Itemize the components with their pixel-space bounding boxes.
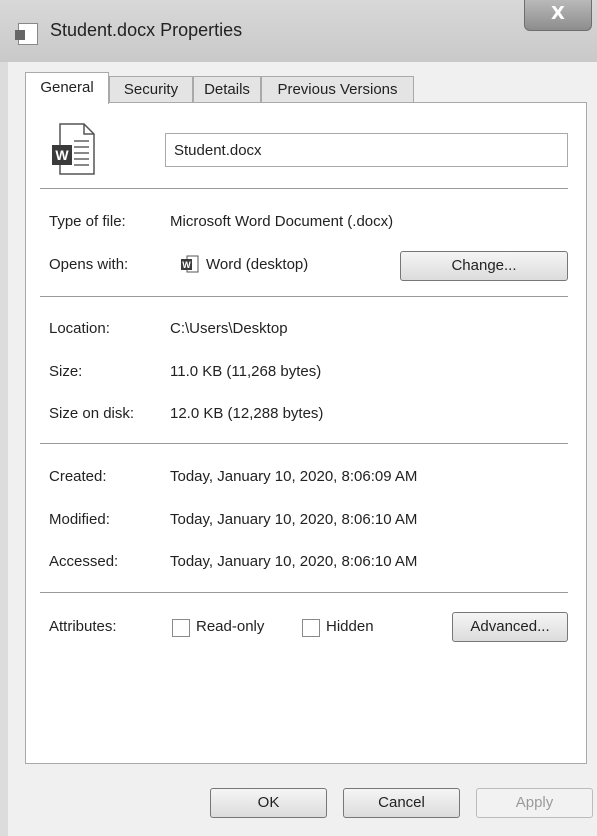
size-on-disk-label: Size on disk: bbox=[49, 405, 135, 422]
word-app-icon: W bbox=[181, 255, 199, 273]
word-document-icon: W bbox=[52, 123, 95, 175]
separator bbox=[40, 443, 568, 444]
ok-button[interactable]: OK bbox=[210, 788, 327, 818]
modified-label: Modified: bbox=[49, 511, 110, 528]
tab-security[interactable]: Security bbox=[109, 76, 193, 103]
advanced-button[interactable]: Advanced... bbox=[452, 612, 568, 642]
separator bbox=[40, 296, 568, 297]
opens-with-label: Opens with: bbox=[49, 256, 129, 273]
separator bbox=[40, 188, 568, 189]
close-button[interactable]: X bbox=[524, 0, 592, 31]
accessed-label: Accessed: bbox=[49, 553, 119, 570]
read-only-label[interactable]: Read-only bbox=[196, 618, 264, 635]
created-value: Today, January 10, 2020, 8:06:09 AM bbox=[170, 468, 418, 485]
attributes-label: Attributes: bbox=[49, 618, 117, 635]
tab-details[interactable]: Details bbox=[193, 76, 261, 103]
separator bbox=[40, 592, 568, 593]
cancel-button[interactable]: Cancel bbox=[343, 788, 460, 818]
type-of-file-value: Microsoft Word Document (.docx) bbox=[170, 213, 394, 230]
type-of-file-label: Type of file: bbox=[49, 213, 126, 230]
change-button[interactable]: Change... bbox=[400, 251, 568, 281]
modified-value: Today, January 10, 2020, 8:06:10 AM bbox=[170, 511, 418, 528]
file-name-input[interactable]: Student.docx bbox=[165, 133, 568, 167]
opens-with-value: Word (desktop) bbox=[206, 256, 309, 273]
tab-previous-versions[interactable]: Previous Versions bbox=[261, 76, 414, 103]
accessed-value: Today, January 10, 2020, 8:06:10 AM bbox=[170, 553, 418, 570]
size-label: Size: bbox=[49, 363, 83, 380]
size-on-disk-value: 12.0 KB (12,288 bytes) bbox=[170, 405, 324, 422]
apply-button[interactable]: Apply bbox=[476, 788, 593, 818]
location-label: Location: bbox=[49, 320, 110, 337]
document-icon bbox=[15, 23, 38, 45]
svg-text:W: W bbox=[182, 260, 191, 270]
general-panel bbox=[25, 102, 587, 764]
size-value: 11.0 KB (11,268 bytes) bbox=[170, 363, 322, 380]
title-bar[interactable]: Student.docx Properties X bbox=[0, 0, 597, 62]
hidden-checkbox[interactable] bbox=[302, 619, 320, 637]
read-only-checkbox[interactable] bbox=[172, 619, 190, 637]
location-value: C:\Users\Desktop bbox=[170, 320, 288, 337]
properties-dialog: Student.docx Properties X General Securi… bbox=[0, 0, 597, 836]
tab-general[interactable]: General bbox=[25, 72, 109, 104]
created-label: Created: bbox=[49, 468, 107, 485]
hidden-label[interactable]: Hidden bbox=[326, 618, 374, 635]
svg-text:W: W bbox=[55, 147, 69, 163]
window-title: Student.docx Properties bbox=[50, 20, 243, 40]
